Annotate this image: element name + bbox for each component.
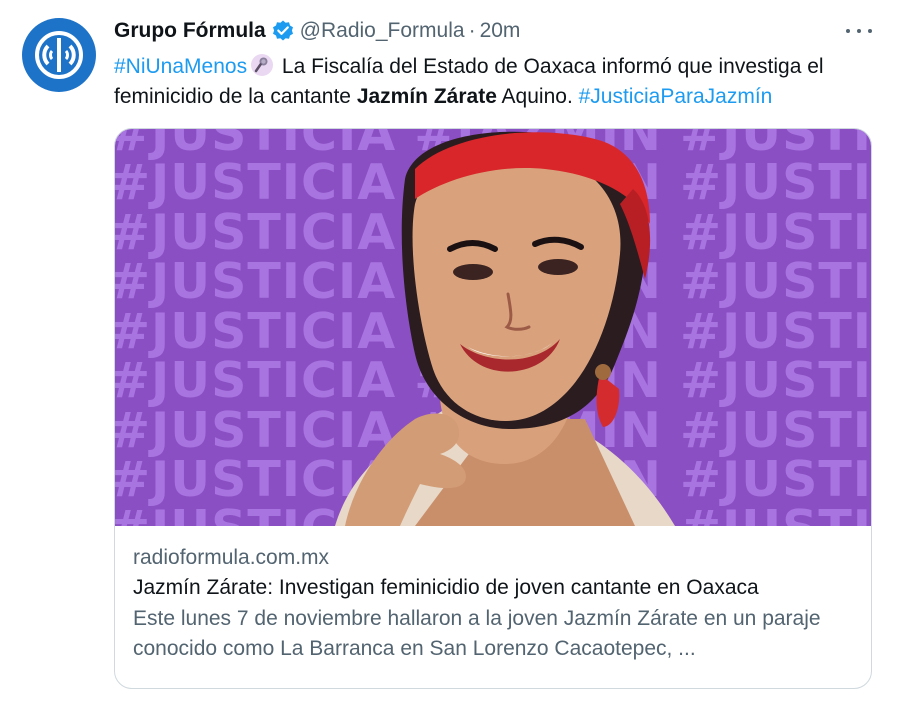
verified-badge-icon (271, 19, 295, 43)
more-options-icon[interactable] (846, 20, 872, 42)
microphone-emoji-icon (250, 53, 274, 77)
tweet[interactable]: Grupo Fórmula @Radio_Formula · 20m #NiUn… (0, 0, 898, 705)
card-title[interactable]: Jazmín Zárate: Investigan feminicidio de… (133, 573, 853, 603)
tweet-text: #NiUnaMenos La Fiscalía del Estado de Oa… (114, 52, 874, 112)
portrait-illustration (335, 131, 675, 526)
card-image[interactable]: #JUSTICIA #JAZMIN #JUSTICIA #JAZMIN #JUS… (115, 129, 871, 526)
separator-dot: · (468, 19, 476, 42)
more-dot (857, 29, 861, 33)
link-preview-card[interactable]: #JUSTICIA #JAZMIN #JUSTICIA #JAZMIN #JUS… (114, 128, 872, 689)
display-name[interactable]: Grupo Fórmula (114, 19, 266, 43)
tweet-timestamp[interactable]: 20m (480, 19, 521, 43)
hashtag-justiciaparajazmin[interactable]: #JusticiaParaJazmín (579, 85, 773, 108)
tweet-bold-name: Jazmín Zárate (356, 85, 497, 108)
hashtag-niunamenos[interactable]: #NiUnaMenos (114, 55, 247, 78)
grupo-formula-logo-icon (35, 31, 83, 79)
profile-avatar[interactable] (22, 18, 96, 92)
more-dot (868, 29, 872, 33)
more-dot (846, 29, 850, 33)
tweet-content: Grupo Fórmula @Radio_Formula · 20m #NiUn… (114, 14, 874, 112)
card-info: radioformula.com.mx Jazmín Zárate: Inves… (115, 526, 871, 664)
tweet-text-part2: Aquino. (496, 85, 579, 108)
card-domain: radioformula.com.mx (133, 546, 330, 569)
username-handle[interactable]: @Radio_Formula (300, 19, 465, 43)
card-description: Este lunes 7 de noviembre hallaron a la … (133, 607, 821, 660)
tweet-header: Grupo Fórmula @Radio_Formula · 20m (114, 14, 874, 48)
